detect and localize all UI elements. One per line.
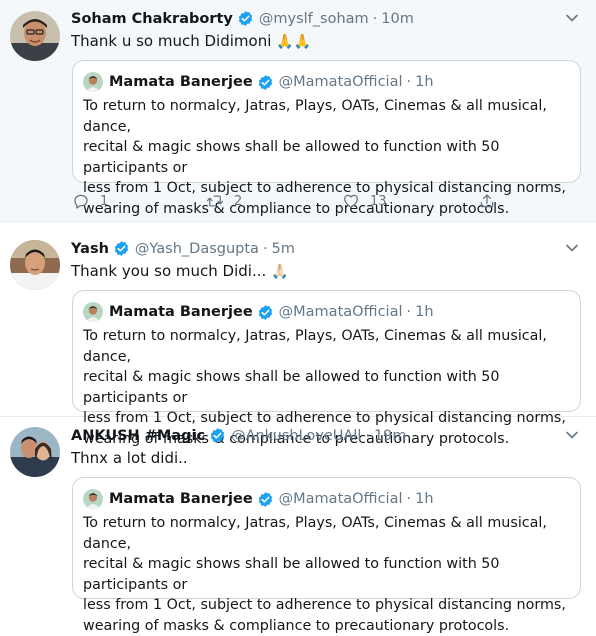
retweet-icon	[206, 192, 224, 210]
quote-line: recital & magic shows shall be allowed t…	[83, 137, 573, 178]
quote-line: less from 1 Oct, subject to adherence to…	[83, 595, 573, 616]
tweet-header: ANKUSH #Magic @AnkushLoveUAll · 19m	[71, 427, 407, 444]
author-handle[interactable]: @Yash_Dasgupta	[135, 241, 259, 257]
separator: ·	[406, 74, 411, 90]
tweet-actions: 1 2 13	[72, 192, 512, 214]
quoted-tweet[interactable]: Mamata Banerjee @MamataOfficial · 1h To …	[72, 477, 581, 599]
quote-line: To return to normalcy, Jatras, Plays, OA…	[83, 326, 573, 367]
author-name[interactable]: Soham Chakraborty	[71, 11, 233, 27]
verified-badge-icon	[237, 10, 254, 27]
separator: ·	[373, 11, 378, 27]
reply-count: 1	[100, 194, 108, 209]
quote-line: To return to normalcy, Jatras, Plays, OA…	[83, 96, 573, 137]
author-handle[interactable]: @AnkushLoveUAll	[231, 428, 361, 444]
separator: ·	[406, 304, 411, 320]
separator: ·	[406, 491, 411, 507]
separator: ·	[365, 428, 370, 444]
author-name[interactable]: Yash	[71, 241, 109, 257]
quote-timestamp: 1h	[415, 491, 433, 507]
quote-timestamp: 1h	[415, 304, 433, 320]
quote-author-handle: @MamataOfficial	[279, 491, 403, 507]
share-button[interactable]	[478, 192, 506, 210]
quote-avatar	[83, 72, 103, 92]
reply-icon	[72, 192, 90, 210]
tweet-header: Soham Chakraborty @myslf_soham · 10m	[71, 10, 414, 27]
quoted-tweet[interactable]: Mamata Banerjee @MamataOfficial · 1h To …	[72, 290, 581, 412]
quote-line: recital & magic shows shall be allowed t…	[83, 554, 573, 595]
quote-line: recital & magic shows shall be allowed t…	[83, 367, 573, 408]
tweet-emoji: 🙏🙏	[276, 34, 311, 50]
timestamp[interactable]: 19m	[374, 428, 407, 444]
verified-badge-icon	[257, 491, 274, 508]
avatar[interactable]	[10, 11, 60, 61]
quote-line: To return to normalcy, Jatras, Plays, OA…	[83, 513, 573, 554]
tweet-text-body: Thnx a lot didi..	[71, 449, 188, 467]
heart-icon	[342, 192, 360, 210]
avatar[interactable]	[10, 427, 60, 477]
avatar[interactable]	[10, 240, 60, 290]
retweet-button[interactable]: 2	[206, 192, 242, 210]
like-count: 13	[370, 194, 387, 209]
quote-text: To return to normalcy, Jatras, Plays, OA…	[83, 513, 573, 636]
quote-header: Mamata Banerjee @MamataOfficial · 1h	[83, 302, 434, 322]
verified-badge-icon	[209, 427, 226, 444]
quote-avatar	[83, 489, 103, 509]
quote-avatar	[83, 302, 103, 322]
quote-timestamp: 1h	[415, 74, 433, 90]
tweet-emoji: 🙏🏻	[271, 264, 288, 280]
tweet-header: Yash @Yash_Dasgupta · 5m	[71, 240, 295, 257]
tweet-text: Thnx a lot didi..	[71, 449, 188, 467]
tweet[interactable]: Soham Chakraborty @myslf_soham · 10m Tha…	[0, 0, 596, 222]
verified-badge-icon	[113, 240, 130, 257]
author-name[interactable]: ANKUSH #Magic	[71, 428, 205, 444]
tweet-text: Thank you so much Didi... 🙏🏻	[71, 262, 288, 280]
chevron-down-icon[interactable]	[564, 427, 580, 443]
chevron-down-icon[interactable]	[564, 240, 580, 256]
author-handle[interactable]: @myslf_soham	[259, 11, 369, 27]
quote-author-handle: @MamataOfficial	[279, 304, 403, 320]
quoted-tweet[interactable]: Mamata Banerjee @MamataOfficial · 1h To …	[72, 60, 581, 183]
quote-author-name: Mamata Banerjee	[109, 304, 253, 320]
tweet-text: Thank u so much Didimoni 🙏🙏	[71, 32, 311, 50]
verified-badge-icon	[257, 304, 274, 321]
quote-author-name: Mamata Banerjee	[109, 491, 253, 507]
verified-badge-icon	[257, 74, 274, 91]
quote-author-handle: @MamataOfficial	[279, 74, 403, 90]
separator: ·	[263, 241, 268, 257]
timestamp[interactable]: 5m	[272, 241, 295, 257]
timestamp[interactable]: 10m	[381, 11, 414, 27]
reply-button[interactable]: 1	[72, 192, 108, 210]
quote-header: Mamata Banerjee @MamataOfficial · 1h	[83, 489, 434, 509]
tweet[interactable]: ANKUSH #Magic @AnkushLoveUAll · 19m Thnx…	[0, 417, 596, 626]
like-button[interactable]: 13	[342, 192, 387, 210]
quote-header: Mamata Banerjee @MamataOfficial · 1h	[83, 72, 434, 92]
chevron-down-icon[interactable]	[564, 10, 580, 26]
share-icon	[478, 192, 496, 210]
tweet[interactable]: Yash @Yash_Dasgupta · 5m Thank you so mu…	[0, 222, 596, 417]
tweet-text-body: Thank you so much Didi...	[71, 262, 266, 280]
quote-author-name: Mamata Banerjee	[109, 74, 253, 90]
tweet-text-body: Thank u so much Didimoni	[71, 32, 271, 50]
retweet-count: 2	[234, 194, 242, 209]
